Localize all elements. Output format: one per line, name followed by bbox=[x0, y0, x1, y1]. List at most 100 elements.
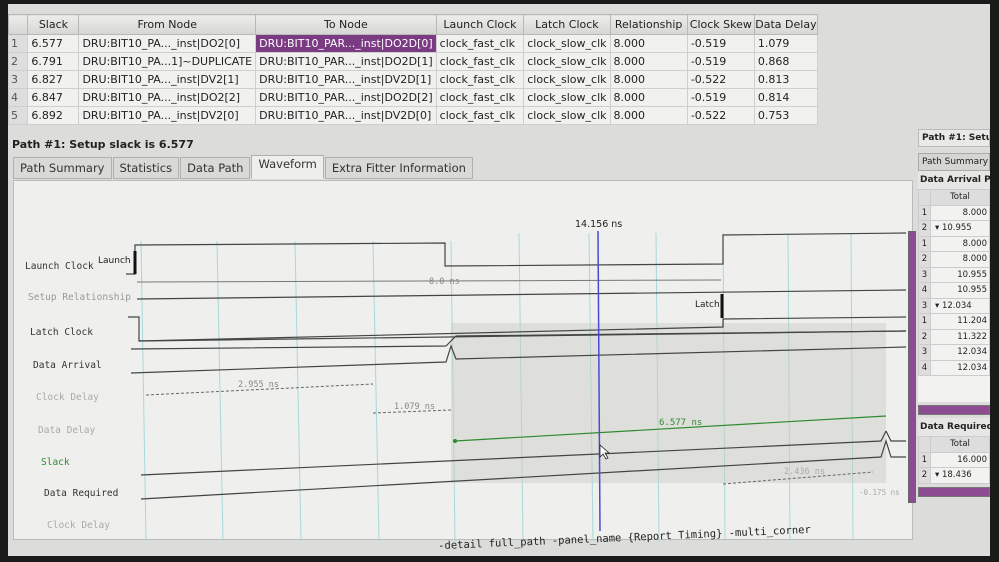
panel-tab-path-summary[interactable]: Path Summary bbox=[918, 153, 990, 171]
table-row[interactable]: 4 6.847 DRU:BIT10_PA..._inst|DO2[2] DRU:BIT… bbox=[7, 88, 819, 107]
row-index: 2 bbox=[918, 251, 931, 268]
expand-triangle-icon[interactable]: ▾ bbox=[935, 223, 942, 233]
tab-path-summary[interactable]: Path Summary bbox=[13, 157, 112, 179]
list-item[interactable]: 2 11.322 bbox=[918, 328, 990, 345]
cell-from: DRU:BIT10_PA..._inst|DO2[0] bbox=[78, 34, 257, 53]
cell-n: 4 bbox=[7, 88, 29, 107]
signal-required-clock-delay[interactable]: Clock Delay bbox=[47, 520, 110, 531]
data-arrival-path-title: Data Arrival Path bbox=[918, 171, 990, 189]
list-item[interactable]: 4 12.034 bbox=[918, 359, 990, 376]
table-row[interactable]: 5 6.892 DRU:BIT10_PA..._inst|DV2[0] DRU:BIT… bbox=[7, 106, 819, 125]
cell-from: DRU:BIT10_PA..._inst|DV2[0] bbox=[78, 106, 257, 125]
list-item[interactable]: 1 16.000 bbox=[918, 451, 990, 468]
signal-data-required[interactable]: Data Required bbox=[44, 488, 118, 499]
list-item[interactable]: 1 8.000 bbox=[918, 235, 990, 252]
row-index: 1 bbox=[918, 235, 931, 252]
list-item[interactable]: 3 10.955 bbox=[918, 266, 990, 283]
required-horizontal-scrollbar[interactable] bbox=[918, 486, 990, 497]
cell-launch: clock_fast_clk bbox=[435, 34, 525, 53]
arrival-horizontal-scrollbar[interactable] bbox=[918, 405, 990, 415]
total-text: 8.000 bbox=[962, 207, 987, 218]
tab-data-path[interactable]: Data Path bbox=[180, 157, 251, 179]
table-row[interactable]: 1 6.577 DRU:BIT10_PA..._inst|DO2[0] DRU:BIT… bbox=[7, 34, 819, 53]
expand-triangle-icon[interactable]: ▾ bbox=[935, 470, 942, 480]
total-header[interactable]: Total bbox=[930, 436, 990, 453]
total-header[interactable]: Total bbox=[930, 189, 990, 206]
signal-data-arrival[interactable]: Data Arrival bbox=[33, 360, 102, 371]
list-item[interactable]: 2 8.000 bbox=[918, 251, 990, 268]
cell-rel: 8.000 bbox=[609, 70, 688, 89]
cell-from: DRU:BIT10_PA...1]~DUPLICATE bbox=[78, 52, 257, 71]
waveform-view[interactable]: Launch Clock Setup Relationship Latch Cl… bbox=[13, 180, 916, 541]
panel-title: Path #1: Setup slack is 6.577 bbox=[918, 129, 990, 147]
table-row[interactable]: 3 6.827 DRU:BIT10_PA..._inst|DV2[1] DRU:BIT… bbox=[7, 70, 819, 89]
cell-delay: 0.868 bbox=[753, 52, 819, 71]
list-item[interactable]: 4 10.955 bbox=[918, 282, 990, 299]
time-cursor[interactable] bbox=[597, 230, 601, 532]
total-text: 10.955 bbox=[957, 269, 987, 280]
cell-slack: 6.577 bbox=[27, 34, 80, 53]
total-text: 11.204 bbox=[957, 316, 987, 327]
cell-launch: clock_fast_clk bbox=[435, 52, 525, 71]
signal-slack[interactable]: Slack bbox=[41, 457, 70, 468]
row-index: 4 bbox=[918, 282, 931, 299]
list-item[interactable]: 1 8.000 bbox=[918, 204, 990, 221]
cell-latch: clock_slow_clk bbox=[523, 106, 611, 125]
tab-statistics[interactable]: Statistics bbox=[112, 157, 180, 179]
cell-rel: 8.000 bbox=[609, 34, 688, 53]
total-value: 10.955 bbox=[930, 266, 990, 283]
total-value: 8.000 bbox=[930, 251, 990, 268]
col-slack[interactable]: Slack bbox=[27, 14, 80, 35]
total-text: 8.000 bbox=[962, 238, 987, 249]
cell-n: 2 bbox=[7, 52, 29, 71]
total-text: 10.955 bbox=[957, 285, 987, 296]
col-relationship[interactable]: Relationship bbox=[609, 14, 688, 35]
cell-n: 5 bbox=[7, 106, 29, 125]
cell-launch: clock_fast_clk bbox=[435, 106, 525, 125]
cell-slack: 6.827 bbox=[27, 70, 80, 89]
list-item[interactable]: 2 ▾ 10.955 bbox=[918, 220, 990, 237]
cell-skew: -0.519 bbox=[686, 52, 755, 71]
col-data-delay[interactable]: Data Delay bbox=[753, 14, 819, 35]
row-index: 1 bbox=[918, 451, 931, 468]
col-launch-clock[interactable]: Launch Clock bbox=[435, 14, 525, 35]
cell-latch: clock_slow_clk bbox=[523, 70, 611, 89]
cell-skew: -0.522 bbox=[686, 70, 755, 89]
signal-setup-relationship[interactable]: Setup Relationship bbox=[28, 292, 131, 303]
list-item[interactable]: 1 11.204 bbox=[918, 313, 990, 330]
cell-latch: clock_slow_clk bbox=[523, 52, 611, 71]
total-value: 8.000 bbox=[930, 204, 990, 221]
cell-rel: 8.000 bbox=[609, 52, 688, 71]
total-text: 18.436 bbox=[941, 470, 972, 481]
slack-arrow-head bbox=[453, 439, 457, 443]
latch-marker-label: Latch bbox=[695, 300, 720, 310]
row-index: 3 bbox=[918, 297, 931, 314]
tab-waveform[interactable]: Waveform bbox=[251, 155, 324, 179]
col-to-node[interactable]: To Node bbox=[255, 14, 437, 35]
vertical-scrollbar[interactable] bbox=[908, 231, 916, 503]
data-delay-value: 1.079 ns bbox=[394, 402, 435, 412]
total-value: ▾ 18.436 bbox=[930, 467, 990, 484]
cell-n: 3 bbox=[7, 70, 29, 89]
total-text: 10.955 bbox=[941, 223, 972, 234]
total-value: ▾ 12.034 bbox=[930, 297, 990, 314]
signal-clock-delay[interactable]: Clock Delay bbox=[36, 392, 99, 403]
cell-delay: 0.813 bbox=[753, 70, 819, 89]
list-item[interactable]: 3 12.034 bbox=[918, 344, 990, 361]
table-row[interactable]: 2 6.791 DRU:BIT10_PA...1]~DUPLICATE DRU:BIT… bbox=[7, 52, 819, 71]
col-from-node[interactable]: From Node bbox=[78, 14, 257, 35]
time-cursor-label: 14.156 ns bbox=[575, 219, 622, 230]
row-index: 3 bbox=[918, 344, 931, 361]
tab-extra-fitter-information[interactable]: Extra Fitter Information bbox=[324, 157, 473, 179]
list-item[interactable]: 3 ▾ 12.034 bbox=[918, 297, 990, 314]
timing-paths-table: Slack From Node To Node Launch Clock Lat… bbox=[7, 14, 819, 125]
signal-launch-clock[interactable]: Launch Clock bbox=[25, 261, 94, 272]
signal-latch-clock[interactable]: Latch Clock bbox=[30, 327, 93, 338]
col-latch-clock[interactable]: Latch Clock bbox=[523, 14, 611, 35]
signal-data-delay[interactable]: Data Delay bbox=[38, 425, 95, 436]
col-clock-skew[interactable]: Clock Skew bbox=[686, 14, 755, 35]
path-title: Path #1: Setup slack is 6.577 bbox=[12, 138, 194, 151]
expand-triangle-icon[interactable]: ▾ bbox=[935, 301, 942, 311]
list-item[interactable]: 2 ▾ 18.436 bbox=[918, 467, 990, 484]
setup-relationship-line bbox=[136, 289, 907, 300]
